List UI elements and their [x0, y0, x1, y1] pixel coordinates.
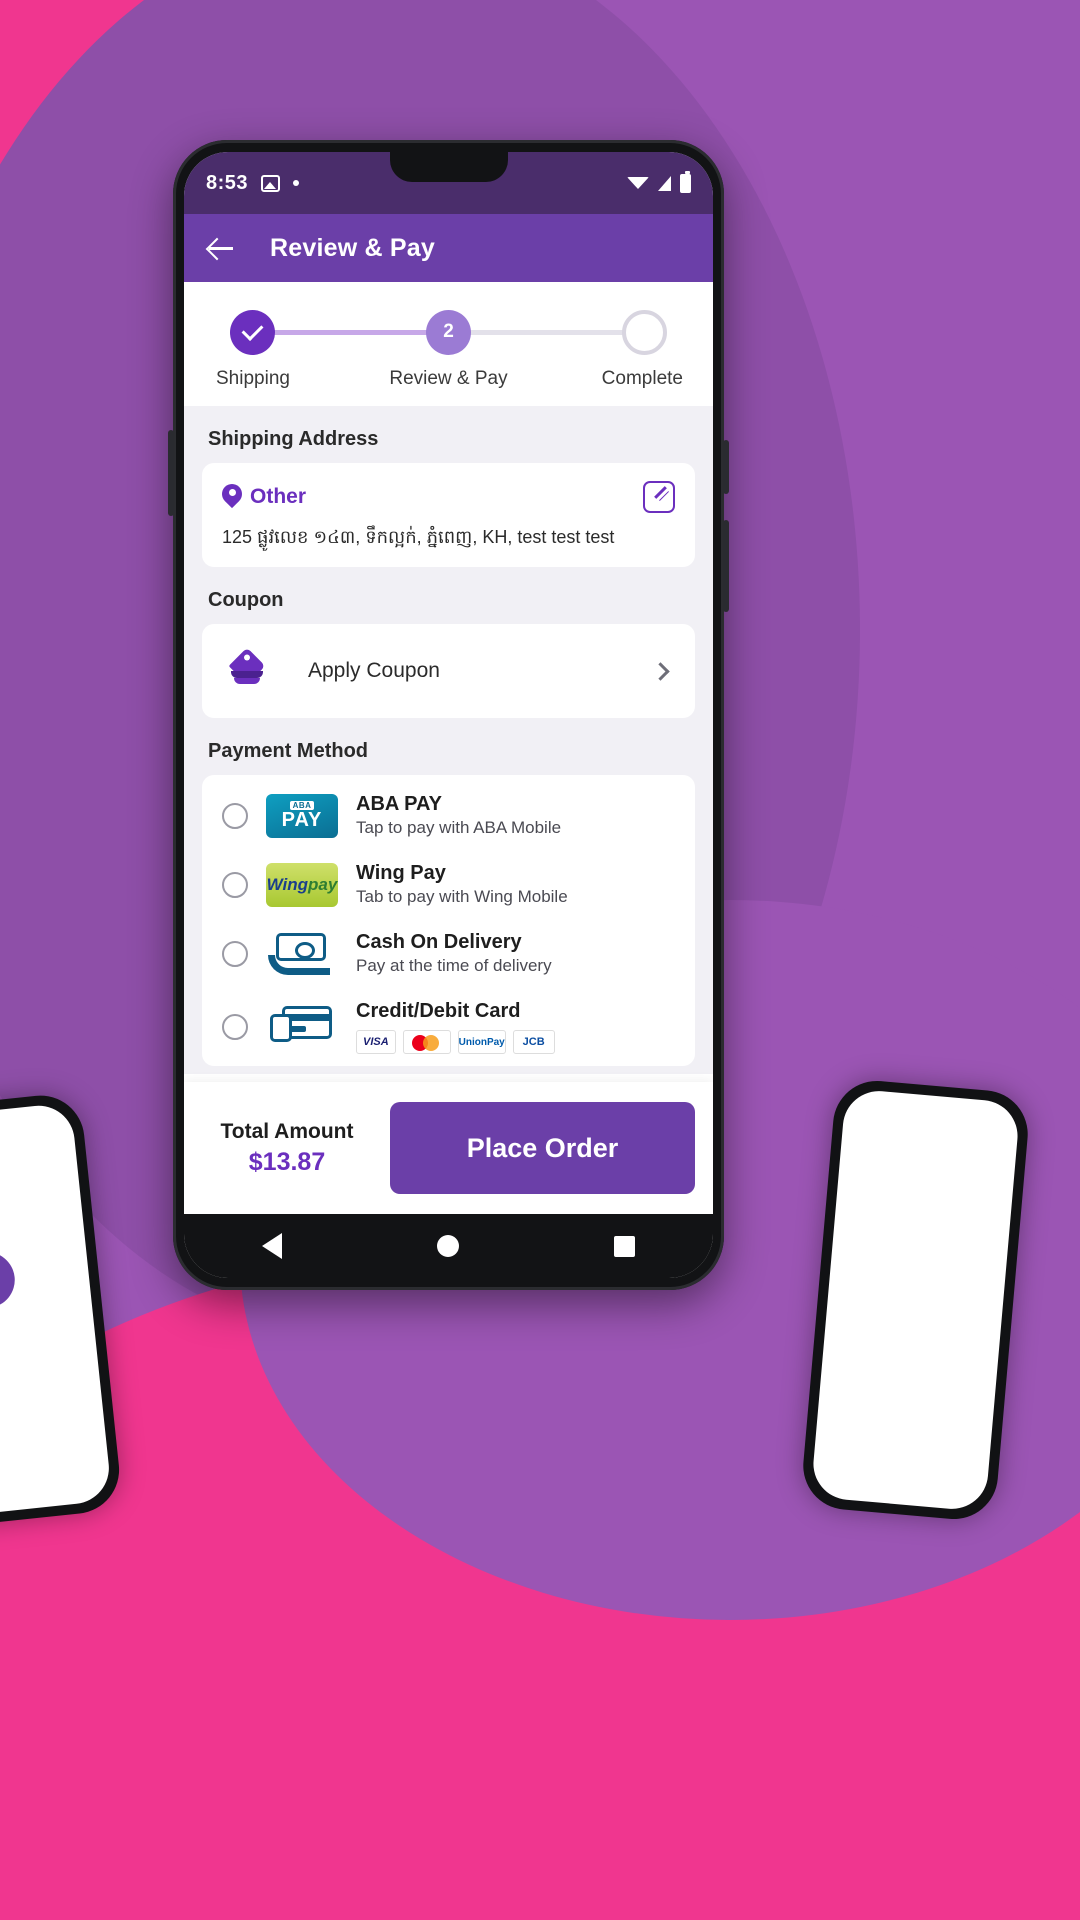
dot-icon: [293, 180, 300, 186]
phone-left-button: [168, 430, 174, 516]
step-label-review: Review & Pay: [389, 368, 508, 389]
payment-subtitle-aba: Tap to pay with ABA Mobile: [356, 818, 562, 838]
tag-icon: [228, 647, 272, 691]
checkout-bottom-bar: Total Amount $13.87 Place Order: [184, 1082, 713, 1214]
payment-method-list: ABA PAY ABA PAY Tap to pay with ABA Mobi…: [202, 775, 695, 1067]
wing-logo-text: Wingpay: [266, 874, 338, 894]
status-bar-left: 8:53: [206, 171, 300, 195]
battery-icon: [680, 170, 691, 193]
address-label: Other: [250, 485, 307, 508]
payment-option-card-texts: Credit/Debit Card VISA UnionPay JCB: [356, 1000, 555, 1055]
coupon-card[interactable]: Apply Coupon: [202, 624, 695, 719]
payment-title-wing: Wing Pay: [356, 862, 446, 885]
location-pin-icon: [222, 484, 242, 511]
gallery-icon: [261, 174, 281, 192]
android-navigation-bar: [184, 1214, 713, 1278]
stepper-circles: 2: [230, 306, 667, 358]
total-amount-label: Total Amount: [220, 1119, 354, 1143]
step-indicator-shipping[interactable]: [230, 309, 275, 355]
payment-option-aba[interactable]: ABA PAY ABA PAY Tap to pay with ABA Mobi…: [202, 781, 695, 850]
coupon-heading: Coupon: [208, 589, 284, 612]
total-amount-value: $13.87: [248, 1147, 326, 1176]
status-bar-right: [627, 170, 691, 193]
payment-option-card[interactable]: Credit/Debit Card VISA UnionPay JCB: [202, 988, 695, 1066]
jcb-logo: JCB: [512, 1030, 555, 1055]
payment-option-cod-texts: Cash On Delivery Pay at the time of deli…: [356, 931, 552, 976]
nav-recents-icon[interactable]: [614, 1235, 636, 1257]
phone-volume-button: [723, 440, 729, 494]
wifi-icon: [627, 177, 649, 189]
cash-on-delivery-icon: [266, 932, 338, 976]
aba-pay-logo: ABA PAY: [266, 793, 338, 838]
payment-subtitle-wing: Tab to pay with Wing Mobile: [356, 887, 568, 907]
arrow-left-icon[interactable]: [206, 233, 236, 263]
aba-logo-main-text: PAY: [281, 809, 323, 832]
checkout-stepper: 2 Shipping Review & Pay Complete: [184, 282, 713, 406]
stepper-labels: Shipping Review & Pay Complete: [208, 368, 689, 390]
radio-cod[interactable]: [222, 940, 248, 967]
payment-option-wing[interactable]: Wingpay Wing Pay Tab to pay with Wing Mo…: [202, 850, 695, 919]
phone-screen: 8:53 Review & Pay 2 Shipping Review & Pa…: [184, 152, 713, 1278]
shipping-address-card[interactable]: Other 125 ផ្លូវលេខ ១៤៣, ទឹកល្អក់, ភ្នំពេ…: [202, 463, 695, 568]
payment-option-wing-texts: Wing Pay Tab to pay with Wing Mobile: [356, 862, 568, 907]
step-indicator-complete[interactable]: [622, 309, 667, 355]
ghost-phone-right: [799, 1077, 1032, 1523]
payment-title-card: Credit/Debit Card: [356, 1000, 521, 1023]
status-bar-clock: 8:53: [206, 171, 249, 194]
phone-device-frame: 8:53 Review & Pay 2 Shipping Review & Pa…: [168, 140, 729, 1290]
payment-title-aba: ABA PAY: [356, 793, 442, 816]
radio-aba[interactable]: [222, 802, 248, 829]
signal-icon: [658, 175, 671, 191]
place-order-button[interactable]: Place Order: [390, 1102, 695, 1194]
unionpay-logo: UnionPay: [457, 1030, 506, 1055]
shipping-address-header: Other: [222, 481, 675, 513]
radio-card[interactable]: [222, 1014, 248, 1041]
ghost-phone-left-banner: [0, 1249, 18, 1317]
phone-power-button: [723, 520, 729, 612]
step-label-complete: Complete: [601, 368, 683, 389]
payment-method-heading: Payment Method: [208, 740, 369, 763]
shipping-address-heading: Shipping Address: [208, 428, 379, 450]
total-amount-block: Total Amount $13.87: [202, 1120, 372, 1177]
ghost-phone-right-screen: [810, 1088, 1021, 1512]
payment-option-aba-texts: ABA PAY Tap to pay with ABA Mobile: [356, 793, 561, 838]
radio-wing[interactable]: [222, 871, 248, 898]
edit-pencil-icon[interactable]: [643, 481, 675, 513]
step-label-shipping: Shipping: [216, 368, 290, 389]
nav-back-icon[interactable]: [261, 1233, 282, 1259]
address-text: 125 ផ្លូវលេខ ១៤៣, ទឹកល្អក់, ភ្នំពេញ, KH,…: [222, 527, 615, 547]
nav-home-icon[interactable]: [436, 1235, 459, 1257]
apply-coupon-label: Apply Coupon: [308, 659, 440, 683]
payment-option-cod[interactable]: Cash On Delivery Pay at the time of deli…: [202, 919, 695, 988]
phone-notch: [389, 152, 508, 182]
payment-subtitle-cod: Pay at the time of delivery: [356, 956, 552, 976]
visa-logo: VISA: [356, 1030, 396, 1055]
payment-title-cod: Cash On Delivery: [356, 931, 522, 954]
page-title: Review & Pay: [270, 233, 435, 262]
status-bar: 8:53: [184, 152, 713, 214]
main-content: 2 Shipping Review & Pay Complete Shippin…: [184, 282, 713, 1074]
credit-card-icon: [266, 1005, 338, 1049]
wing-pay-logo: Wingpay: [266, 862, 338, 907]
step-indicator-review[interactable]: 2: [426, 309, 471, 355]
apply-coupon-row[interactable]: Apply Coupon: [222, 642, 675, 700]
chevron-right-icon: [651, 662, 670, 681]
mastercard-logo: [402, 1030, 451, 1055]
card-brand-logos: VISA UnionPay JCB: [356, 1030, 555, 1055]
app-bar: Review & Pay: [184, 214, 713, 282]
